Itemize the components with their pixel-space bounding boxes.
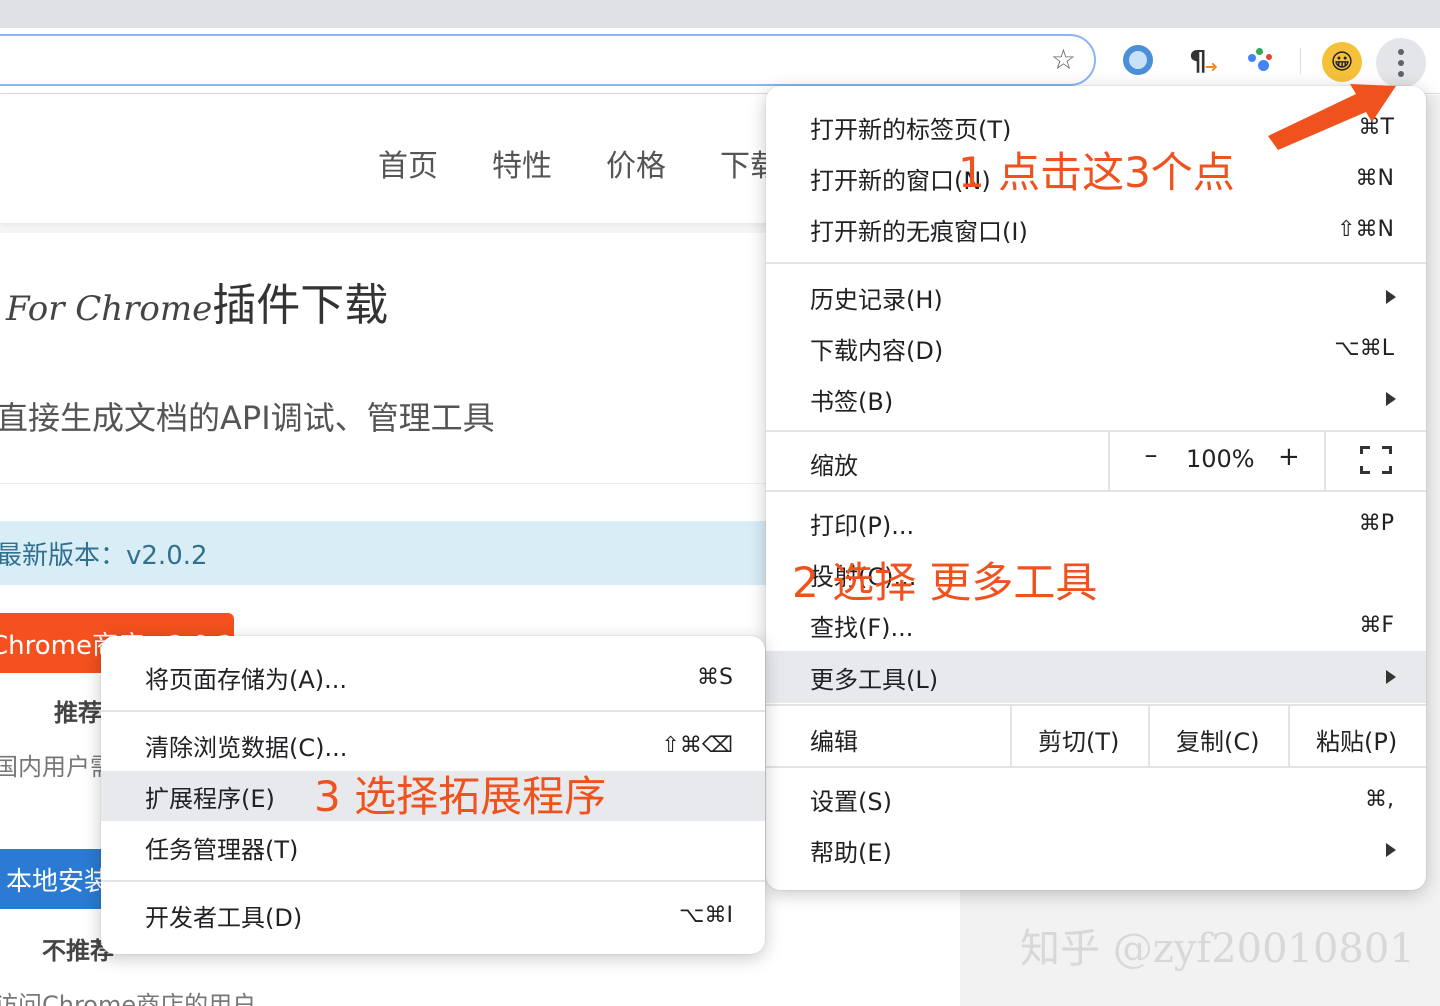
menu-shortcut: ⇧⌘N (1337, 216, 1394, 242)
submenu-clear-data[interactable]: 清除浏览数据(C)... ⇧⌘⌫ (101, 720, 765, 770)
not-recommended-desc: 访问Chrome商店的用户 (0, 991, 257, 1006)
menu-zoom-row: 缩放 – 100% + (766, 432, 1426, 490)
version-text: 最新版本：v2.0.2 (0, 541, 208, 571)
edit-separator (1148, 706, 1150, 766)
menu-find[interactable]: 查找(F)... ⌘F (766, 600, 1426, 650)
menu-item-label: 查找(F)... (810, 613, 914, 642)
menu-shortcut: ⇧⌘⌫ (661, 732, 733, 758)
menu-settings[interactable]: 设置(S) ⌘, (766, 774, 1426, 824)
menu-divider (101, 880, 765, 882)
menu-item-label: 帮助(E) (810, 838, 892, 867)
menu-shortcut: ⌘P (1358, 510, 1394, 536)
submenu-arrow-icon (1386, 843, 1396, 857)
menu-item-label: 更多工具(L) (810, 665, 939, 694)
menu-bookmarks[interactable]: 书签(B) (766, 374, 1426, 424)
menu-more-tools[interactable]: 更多工具(L) (766, 651, 1426, 703)
menu-help[interactable]: 帮助(E) (766, 825, 1426, 875)
menu-print[interactable]: 打印(P)... ⌘P (766, 498, 1426, 548)
submenu-save-page[interactable]: 将页面存储为(A)... ⌘S (101, 652, 765, 702)
pilcrow-extension-icon[interactable]: ¶ ➜ (1180, 42, 1218, 78)
menu-item-label: 开发者工具(D) (145, 903, 303, 932)
menu-shortcut: ⌘S (697, 664, 733, 690)
menu-item-label: 将页面存储为(A)... (145, 665, 348, 694)
browser-toolbar: ☆ ¶ ➜ 😀 (0, 28, 1440, 94)
menu-item-label: 扩展程序(E) (145, 784, 275, 813)
watermark: 知乎 @zyf20010801 (1020, 926, 1415, 972)
zoom-out-button[interactable]: – (1136, 440, 1166, 470)
profile-avatar[interactable]: 😀 (1322, 42, 1362, 82)
zoom-separator (1324, 432, 1326, 490)
annotation-step1: 1 点击这3个点 (958, 148, 1235, 197)
nav-features[interactable]: 特性 (492, 141, 552, 185)
annotation-step3: 3 选择拓展程序 (314, 772, 607, 821)
hero-title-text: 插件下载 (212, 280, 389, 331)
edit-separator (1288, 706, 1290, 766)
submenu-arrow-icon (1386, 670, 1396, 684)
menu-shortcut: ⌘F (1359, 612, 1394, 638)
nav-home[interactable]: 首页 (378, 141, 438, 185)
menu-divider (101, 710, 765, 712)
menu-item-label: 下载内容(D) (810, 336, 944, 365)
paste-button[interactable]: 粘贴(P) (1316, 722, 1397, 757)
menu-shortcut: ⌥⌘L (1334, 335, 1394, 361)
zoom-separator (1108, 432, 1110, 490)
circle-extension-icon[interactable] (1120, 42, 1156, 78)
menu-item-label: 打印(P)... (810, 511, 915, 540)
hero-title: For Chrome插件下载 (6, 269, 388, 333)
zoom-in-button[interactable]: + (1278, 442, 1300, 472)
toolbar-separator (1300, 48, 1301, 74)
address-bar[interactable]: ☆ (0, 34, 1096, 86)
zoom-label: 缩放 (810, 452, 858, 480)
annotation-step2: 2 选择 更多工具 (792, 558, 1098, 607)
hero-subtitle: 直接生成文档的API调试、管理工具 (0, 399, 495, 437)
menu-item-label: 打开新的标签页(T) (810, 115, 1012, 144)
menu-item-label: 书签(B) (810, 387, 894, 416)
edit-label: 编辑 (810, 728, 858, 756)
recommended-desc: 国内用户需 (0, 753, 114, 781)
chrome-main-menu: 打开新的标签页(T) ⌘T 打开新的窗口(N) ⌘N 打开新的无痕窗口(I) ⇧… (766, 86, 1426, 890)
menu-item-label: 任务管理器(T) (145, 835, 299, 864)
hero-title-italic: For Chrome (6, 289, 213, 329)
submenu-dev-tools[interactable]: 开发者工具(D) ⌥⌘I (101, 890, 765, 940)
edit-separator (1010, 706, 1012, 766)
menu-shortcut: ⌥⌘I (679, 902, 733, 928)
menu-new-incognito[interactable]: 打开新的无痕窗口(I) ⇧⌘N (766, 204, 1426, 254)
tab-strip (0, 0, 1440, 28)
submenu-arrow-icon (1386, 392, 1396, 406)
local-install-button[interactable]: 本地安装 (0, 849, 110, 909)
paw-extension-icon[interactable] (1240, 42, 1276, 78)
nav-pricing[interactable]: 价格 (606, 141, 666, 185)
menu-item-label: 历史记录(H) (810, 285, 943, 314)
menu-item-label: 设置(S) (810, 787, 892, 816)
menu-history[interactable]: 历史记录(H) (766, 272, 1426, 322)
fullscreen-icon[interactable] (1360, 446, 1392, 474)
menu-divider (766, 766, 1426, 768)
cut-button[interactable]: 剪切(T) (1038, 722, 1119, 757)
menu-divider (766, 262, 1426, 264)
menu-shortcut: ⌘, (1365, 786, 1394, 812)
menu-downloads[interactable]: 下载内容(D) ⌥⌘L (766, 323, 1426, 373)
star-icon[interactable]: ☆ (1051, 46, 1076, 74)
menu-divider (766, 490, 1426, 492)
menu-item-label: 打开新的无痕窗口(I) (810, 217, 1028, 246)
menu-shortcut: ⌘N (1355, 165, 1394, 191)
submenu-task-manager[interactable]: 任务管理器(T) (101, 822, 765, 872)
menu-edit-row: 编辑 剪切(T) 复制(C) 粘贴(P) (766, 706, 1426, 766)
submenu-arrow-icon (1386, 290, 1396, 304)
annotation-arrow-icon (1268, 84, 1396, 150)
zoom-value: 100% (1186, 445, 1255, 473)
recommended-label: 推荐 (54, 699, 102, 727)
copy-button[interactable]: 复制(C) (1176, 722, 1259, 757)
menu-item-label: 清除浏览数据(C)... (145, 733, 348, 762)
